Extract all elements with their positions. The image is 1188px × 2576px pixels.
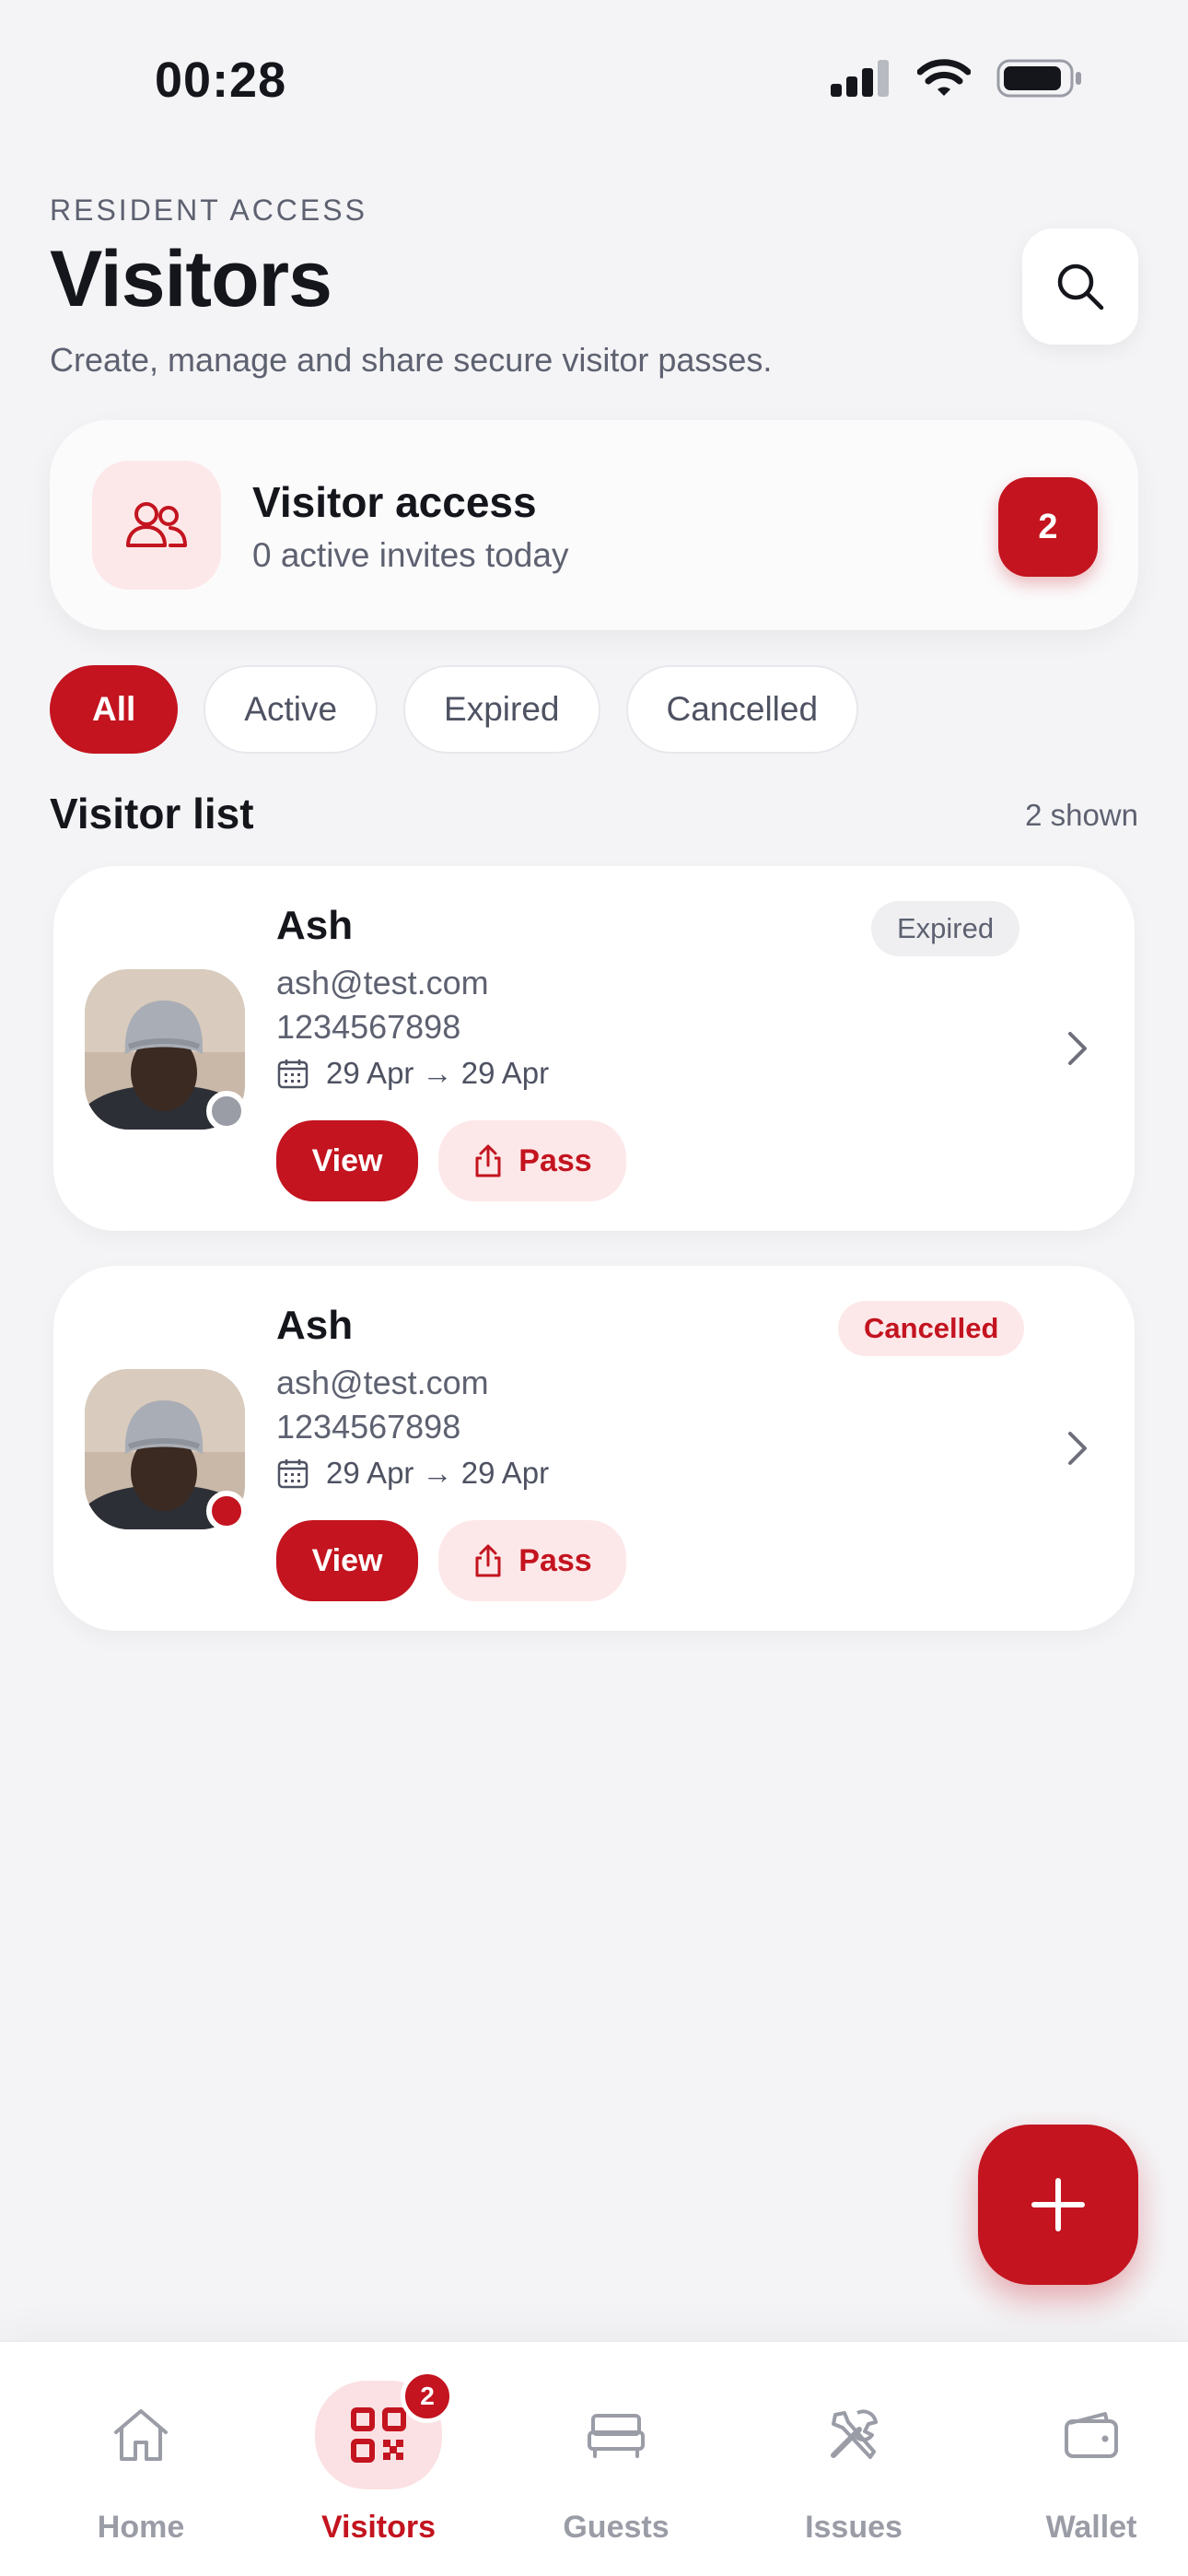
users-icon (92, 461, 221, 590)
visitor-name: Ash (276, 903, 354, 948)
status-badge: Cancelled (838, 1301, 1025, 1356)
nav-visitors[interactable]: 2 Visitors (286, 2342, 471, 2576)
chevron-right-icon (1068, 1032, 1087, 1065)
qr-code-icon (351, 2407, 406, 2463)
wifi-icon (917, 59, 971, 96)
page-title: Visitors (50, 235, 332, 323)
visit-dates: 29 Apr → 29 Apr (276, 1056, 549, 1091)
pass-label: Pass (518, 1542, 592, 1578)
nav-issues[interactable]: Issues (762, 2342, 946, 2576)
calendar-icon (277, 1060, 309, 1089)
filter-active-chip[interactable]: Active (204, 665, 379, 754)
home-icon (114, 2409, 168, 2461)
visitor-list-count: 2 shown (1025, 798, 1138, 832)
pass-label: Pass (518, 1142, 592, 1178)
section-eyebrow: RESIDENT ACCESS (50, 193, 367, 227)
nav-wallet[interactable]: Wallet (999, 2342, 1183, 2576)
visitors-screen: 00:28 RESIDENT ACCESS Visitors Create, m… (0, 0, 1188, 2576)
visitor-access-card[interactable]: Visitor access 0 active invites today 2 (50, 420, 1138, 630)
share-icon (475, 1544, 501, 1577)
status-dot-expired (206, 1091, 247, 1131)
visitor-card[interactable]: Ash Cancelled ash@test.com 1234567898 29… (53, 1266, 1135, 1631)
view-button[interactable]: View (276, 1120, 418, 1201)
visit-dates-text: 29 Apr → 29 Apr (326, 1056, 550, 1090)
visitor-email: ash@test.com (276, 1364, 489, 1401)
visitor-access-title: Visitor access (252, 478, 537, 526)
calendar-icon (277, 1459, 309, 1489)
visitor-access-subtitle: 0 active invites today (252, 536, 569, 574)
nav-label: Visitors (320, 2510, 437, 2545)
add-visitor-button[interactable] (978, 2125, 1138, 2285)
visitor-card[interactable]: Ash Expired ash@test.com 1234567898 29 A… (53, 866, 1135, 1231)
visitor-phone: 1234567898 (276, 1008, 461, 1046)
status-icons (831, 59, 1083, 98)
filter-cancelled-chip[interactable]: Cancelled (625, 665, 859, 754)
search-button[interactable] (1022, 228, 1138, 345)
filter-chips: All Active Expired Cancelled (50, 665, 859, 754)
chevron-right-icon (1068, 1432, 1087, 1465)
wallet-icon (1065, 2412, 1118, 2458)
bottom-nav: Home 2 Visitors Guests Issues Wallet (0, 2340, 1188, 2576)
visitor-name: Ash (276, 1303, 354, 1348)
battery-icon (996, 59, 1081, 98)
share-icon (475, 1144, 501, 1177)
filter-all-chip[interactable]: All (50, 665, 179, 754)
nav-home[interactable]: Home (49, 2342, 233, 2576)
nav-badge: 2 (401, 2370, 454, 2423)
signal-icon (831, 60, 889, 97)
visit-dates-text: 29 Apr → 29 Apr (326, 1456, 550, 1490)
visitor-list-title: Visitor list (50, 790, 254, 837)
view-button[interactable]: View (276, 1520, 418, 1601)
nav-label: Home (97, 2510, 185, 2545)
visitor-phone: 1234567898 (276, 1408, 461, 1446)
visitor-count-badge: 2 (998, 477, 1098, 577)
nav-guests[interactable]: Guests (524, 2342, 708, 2576)
nav-label: Guests (563, 2510, 670, 2545)
bed-icon (588, 2414, 645, 2458)
status-dot-cancelled (206, 1491, 247, 1531)
tools-icon (831, 2409, 878, 2459)
status-badge: Expired (871, 901, 1020, 956)
nav-label: Wallet (1045, 2510, 1137, 2545)
filter-expired-chip[interactable]: Expired (403, 665, 600, 754)
page-subtitle: Create, manage and share secure visitor … (50, 341, 773, 379)
visit-dates: 29 Apr → 29 Apr (276, 1456, 549, 1491)
visitor-email: ash@test.com (276, 964, 489, 1001)
nav-label: Issues (805, 2510, 903, 2545)
status-time: 00:28 (155, 53, 287, 108)
plus-icon (1031, 2178, 1085, 2231)
search-icon (1057, 263, 1104, 310)
share-pass-button[interactable]: Pass (438, 1120, 626, 1201)
share-pass-button[interactable]: Pass (438, 1520, 626, 1601)
